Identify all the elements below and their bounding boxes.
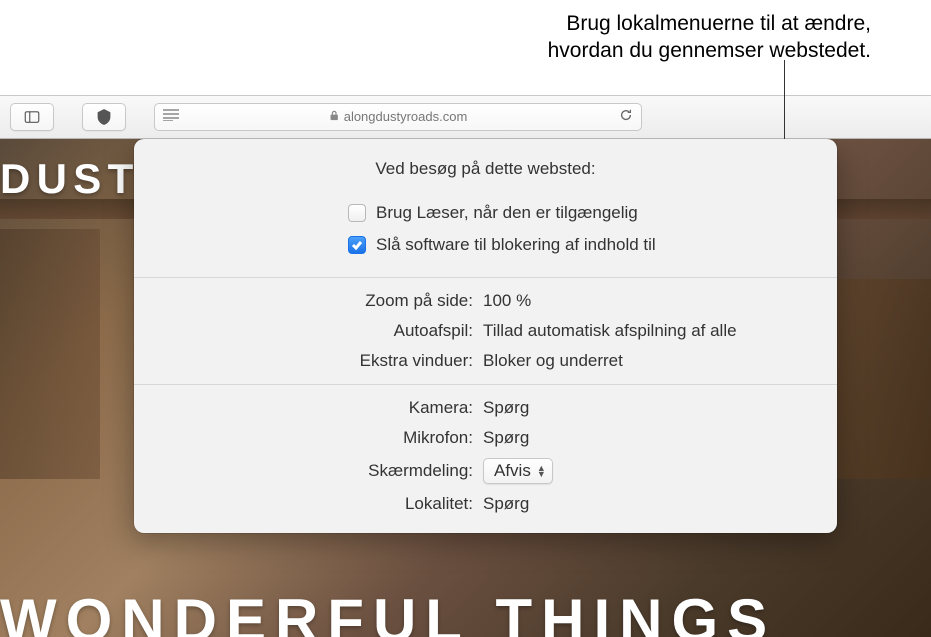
- autoplay-select[interactable]: Tillad automatisk afspilning af alle: [483, 321, 737, 341]
- sidebar-button[interactable]: [10, 103, 54, 131]
- sidebar-icon: [23, 108, 41, 126]
- lock-icon: [329, 109, 340, 124]
- screenshare-row: Skærmdeling: Afvis ▲▼: [134, 453, 837, 489]
- help-annotation: Brug lokalmenuerne til at ændre, hvordan…: [0, 0, 931, 95]
- reload-button[interactable]: [619, 110, 633, 125]
- annotation-line1: Brug lokalmenuerne til at ændre,: [566, 12, 871, 35]
- zoom-select[interactable]: 100 %: [483, 291, 531, 311]
- page-heading-top: DUST: [0, 155, 140, 203]
- webpage-content: DUST WONDERFUL THINGS Ved besøg på dette…: [0, 139, 931, 637]
- popups-label: Ekstra vinduer:: [158, 351, 483, 371]
- screenshare-value: Afvis: [494, 461, 531, 481]
- use-reader-label: Brug Læser, når den er tilgængelig: [376, 203, 638, 223]
- mic-row: Mikrofon: Spørg: [134, 423, 837, 453]
- camera-row: Kamera: Spørg: [134, 393, 837, 423]
- shield-icon: [95, 108, 113, 126]
- annotation-line2: hvordan du gennemser webstedet.: [548, 39, 871, 62]
- camera-label: Kamera:: [158, 398, 483, 418]
- address-bar[interactable]: alongdustyroads.com: [154, 103, 642, 131]
- divider: [134, 277, 837, 278]
- screenshare-select[interactable]: Afvis ▲▼: [483, 458, 553, 484]
- content-blockers-checkbox[interactable]: [348, 236, 366, 254]
- chevron-updown-icon: ▲▼: [537, 465, 546, 477]
- privacy-shield-button[interactable]: [82, 103, 126, 131]
- content-blockers-label: Slå software til blokering af indhold ti…: [376, 235, 656, 255]
- url-text: alongdustyroads.com: [344, 109, 468, 124]
- content-blockers-row[interactable]: Slå software til blokering af indhold ti…: [348, 229, 813, 261]
- use-reader-checkbox[interactable]: [348, 204, 366, 222]
- mic-label: Mikrofon:: [158, 428, 483, 448]
- zoom-row: Zoom på side: 100 %: [134, 286, 837, 316]
- screenshare-label: Skærmdeling:: [158, 461, 483, 481]
- divider: [134, 384, 837, 385]
- zoom-label: Zoom på side:: [158, 291, 483, 311]
- popover-title: Ved besøg på dette websted:: [134, 139, 837, 189]
- autoplay-label: Autoafspil:: [158, 321, 483, 341]
- camera-select[interactable]: Spørg: [483, 398, 529, 418]
- use-reader-row[interactable]: Brug Læser, når den er tilgængelig: [348, 197, 813, 229]
- reader-icon[interactable]: [163, 109, 179, 124]
- browser-toolbar: alongdustyroads.com: [0, 95, 931, 139]
- website-settings-popover: Ved besøg på dette websted: Brug Læser, …: [134, 139, 837, 533]
- popups-select[interactable]: Bloker og underret: [483, 351, 623, 371]
- autoplay-row: Autoafspil: Tillad automatisk afspilning…: [134, 316, 837, 346]
- page-heading-bottom: WONDERFUL THINGS: [0, 586, 776, 637]
- location-row: Lokalitet: Spørg: [134, 489, 837, 519]
- popups-row: Ekstra vinduer: Bloker og underret: [134, 346, 837, 376]
- mic-select[interactable]: Spørg: [483, 428, 529, 448]
- location-label: Lokalitet:: [158, 494, 483, 514]
- location-select[interactable]: Spørg: [483, 494, 529, 514]
